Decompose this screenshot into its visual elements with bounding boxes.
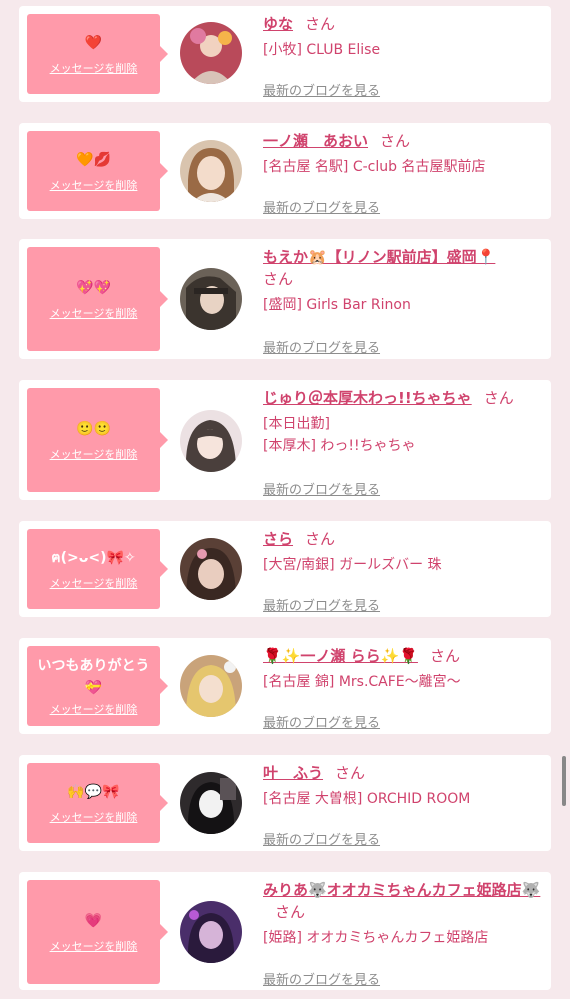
profile-name-link[interactable]: じゅり＠本厚木わっ!!ちゃちゃ xyxy=(263,389,472,407)
message-bubble: ฅ(>ᴗ<)🎀✧ メッセージを削除 xyxy=(27,529,168,609)
message-text: ❤️ xyxy=(84,35,103,51)
shop-info: [名古屋 錦] Mrs.CAFE〜離宮〜 xyxy=(263,674,461,690)
profile-name-link[interactable]: ゆな xyxy=(263,15,293,33)
message-text: いつもありがとう💝 xyxy=(37,658,150,696)
avatar[interactable] xyxy=(180,22,242,84)
message-bubble: 🙂🙂 メッセージを削除 xyxy=(27,388,168,492)
latest-blog-link[interactable]: 最新のブログを見る xyxy=(263,712,380,731)
latest-blog-link[interactable]: 最新のブログを見る xyxy=(263,969,380,988)
avatar[interactable] xyxy=(180,901,242,963)
card-info: さら さん [大宮/南銀] ガールズバー 珠 最新のブログを見る xyxy=(263,528,543,614)
shop-info: [本厚木] わっ!!ちゃちゃ xyxy=(263,438,416,454)
profile-name-link[interactable]: 🌹✨一ノ瀬 らら✨🌹 xyxy=(263,647,418,665)
message-card: いつもありがとう💝 メッセージを削除 🌹✨一ノ瀬 らら✨🌹 さん [名古屋 錦] … xyxy=(19,638,551,734)
shop-info: [盛岡] Girls Bar Rinon xyxy=(263,297,411,313)
message-card: ❤️ メッセージを削除 ゆな さん [小牧] CLUB Elise 最新のブログを… xyxy=(19,6,551,102)
latest-blog-link[interactable]: 最新のブログを見る xyxy=(263,197,380,216)
message-text: ฅ(>ᴗ<)🎀✧ xyxy=(51,550,136,566)
shop-info: [名古屋 名駅] C-club 名古屋駅前店 xyxy=(263,159,486,175)
avatar[interactable] xyxy=(180,140,242,202)
delete-message-link[interactable]: メッセージを削除 xyxy=(50,179,138,193)
message-bubble: 🙌💬🎀 メッセージを削除 xyxy=(27,763,168,843)
delete-message-link[interactable]: メッセージを削除 xyxy=(50,703,138,717)
message-text: 💗 xyxy=(84,913,103,929)
delete-message-link[interactable]: メッセージを削除 xyxy=(50,62,138,76)
honorific: さん xyxy=(263,270,294,288)
profile-name-link[interactable]: みりあ🐺オオカミちゃんカフェ姫路店🐺 xyxy=(263,881,540,899)
message-text: 💖💖 xyxy=(76,280,111,296)
honorific: さん xyxy=(483,389,514,407)
message-text: 🧡💋 xyxy=(76,152,111,168)
message-bubble: いつもありがとう💝 メッセージを削除 xyxy=(27,646,168,726)
avatar[interactable] xyxy=(180,268,242,330)
message-text: 🙌💬🎀 xyxy=(67,784,120,800)
card-info: 🌹✨一ノ瀬 らら✨🌹 さん [名古屋 錦] Mrs.CAFE〜離宮〜 最新のブログ… xyxy=(263,645,543,731)
latest-blog-link[interactable]: 最新のブログを見る xyxy=(263,479,380,498)
latest-blog-link[interactable]: 最新のブログを見る xyxy=(263,80,380,99)
delete-message-link[interactable]: メッセージを削除 xyxy=(50,811,138,825)
honorific: さん xyxy=(275,903,306,921)
message-card: 🙂🙂 メッセージを削除 じゅり＠本厚木わっ!!ちゃちゃ さん [本日出勤] [本厚… xyxy=(19,380,551,500)
avatar[interactable] xyxy=(180,410,242,472)
shop-info: [姫路] オオカミちゃんカフェ姫路店 xyxy=(263,930,489,946)
avatar[interactable] xyxy=(180,655,242,717)
message-card: 💗 メッセージを削除 みりあ🐺オオカミちゃんカフェ姫路店🐺 さん [姫路] オオカ… xyxy=(19,872,551,990)
message-bubble: 🧡💋 メッセージを削除 xyxy=(27,131,168,211)
profile-name-link[interactable]: もえか🐹【リノン駅前店】盛岡📍 xyxy=(263,248,495,266)
card-info: じゅり＠本厚木わっ!!ちゃちゃ さん [本日出勤] [本厚木] わっ!!ちゃちゃ … xyxy=(263,387,543,498)
message-bubble: ❤️ メッセージを削除 xyxy=(27,14,168,94)
delete-message-link[interactable]: メッセージを削除 xyxy=(50,577,138,591)
shop-status: [本日出勤] xyxy=(263,416,330,432)
shop-info: [大宮/南銀] ガールズバー 珠 xyxy=(263,557,442,573)
latest-blog-link[interactable]: 最新のブログを見る xyxy=(263,595,380,614)
avatar[interactable] xyxy=(180,538,242,600)
message-card: ฅ(>ᴗ<)🎀✧ メッセージを削除 さら さん [大宮/南銀] ガールズバー 珠 … xyxy=(19,521,551,617)
card-info: もえか🐹【リノン駅前店】盛岡📍 さん [盛岡] Girls Bar Rinon 最… xyxy=(263,246,543,356)
card-info: 叶 ふう さん [名古屋 大曽根] ORCHID ROOM 最新のブログを見る xyxy=(263,762,543,848)
latest-blog-link[interactable]: 最新のブログを見る xyxy=(263,337,380,356)
scrollbar[interactable] xyxy=(562,756,566,806)
card-info: みりあ🐺オオカミちゃんカフェ姫路店🐺さん [姫路] オオカミちゃんカフェ姫路店 … xyxy=(263,879,543,988)
delete-message-link[interactable]: メッセージを削除 xyxy=(50,307,138,321)
honorific: さん xyxy=(335,764,366,782)
message-bubble: 💖💖 メッセージを削除 xyxy=(27,247,168,351)
message-card: 🧡💋 メッセージを削除 一ノ瀬 あおい さん [名古屋 名駅] C-club 名古… xyxy=(19,123,551,219)
latest-blog-link[interactable]: 最新のブログを見る xyxy=(263,829,380,848)
profile-name-link[interactable]: 叶 ふう xyxy=(263,764,323,782)
honorific: さん xyxy=(429,647,460,665)
profile-name-link[interactable]: 一ノ瀬 あおい xyxy=(263,132,368,150)
shop-info: [小牧] CLUB Elise xyxy=(263,42,381,58)
delete-message-link[interactable]: メッセージを削除 xyxy=(50,940,138,954)
card-info: ゆな さん [小牧] CLUB Elise 最新のブログを見る xyxy=(263,13,543,99)
delete-message-link[interactable]: メッセージを削除 xyxy=(50,448,138,462)
message-bubble: 💗 メッセージを削除 xyxy=(27,880,168,984)
message-card: 💖💖 メッセージを削除 もえか🐹【リノン駅前店】盛岡📍 さん [盛岡] Girls… xyxy=(19,239,551,359)
profile-name-link[interactable]: さら xyxy=(263,530,293,548)
message-text: 🙂🙂 xyxy=(76,421,111,437)
card-info: 一ノ瀬 あおい さん [名古屋 名駅] C-club 名古屋駅前店 最新のブログを… xyxy=(263,130,543,216)
avatar[interactable] xyxy=(180,772,242,834)
message-card: 🙌💬🎀 メッセージを削除 叶 ふう さん [名古屋 大曽根] ORCHID ROO… xyxy=(19,755,551,851)
honorific: さん xyxy=(305,530,336,548)
honorific: さん xyxy=(380,132,411,150)
honorific: さん xyxy=(305,15,336,33)
shop-info: [名古屋 大曽根] ORCHID ROOM xyxy=(263,791,471,807)
